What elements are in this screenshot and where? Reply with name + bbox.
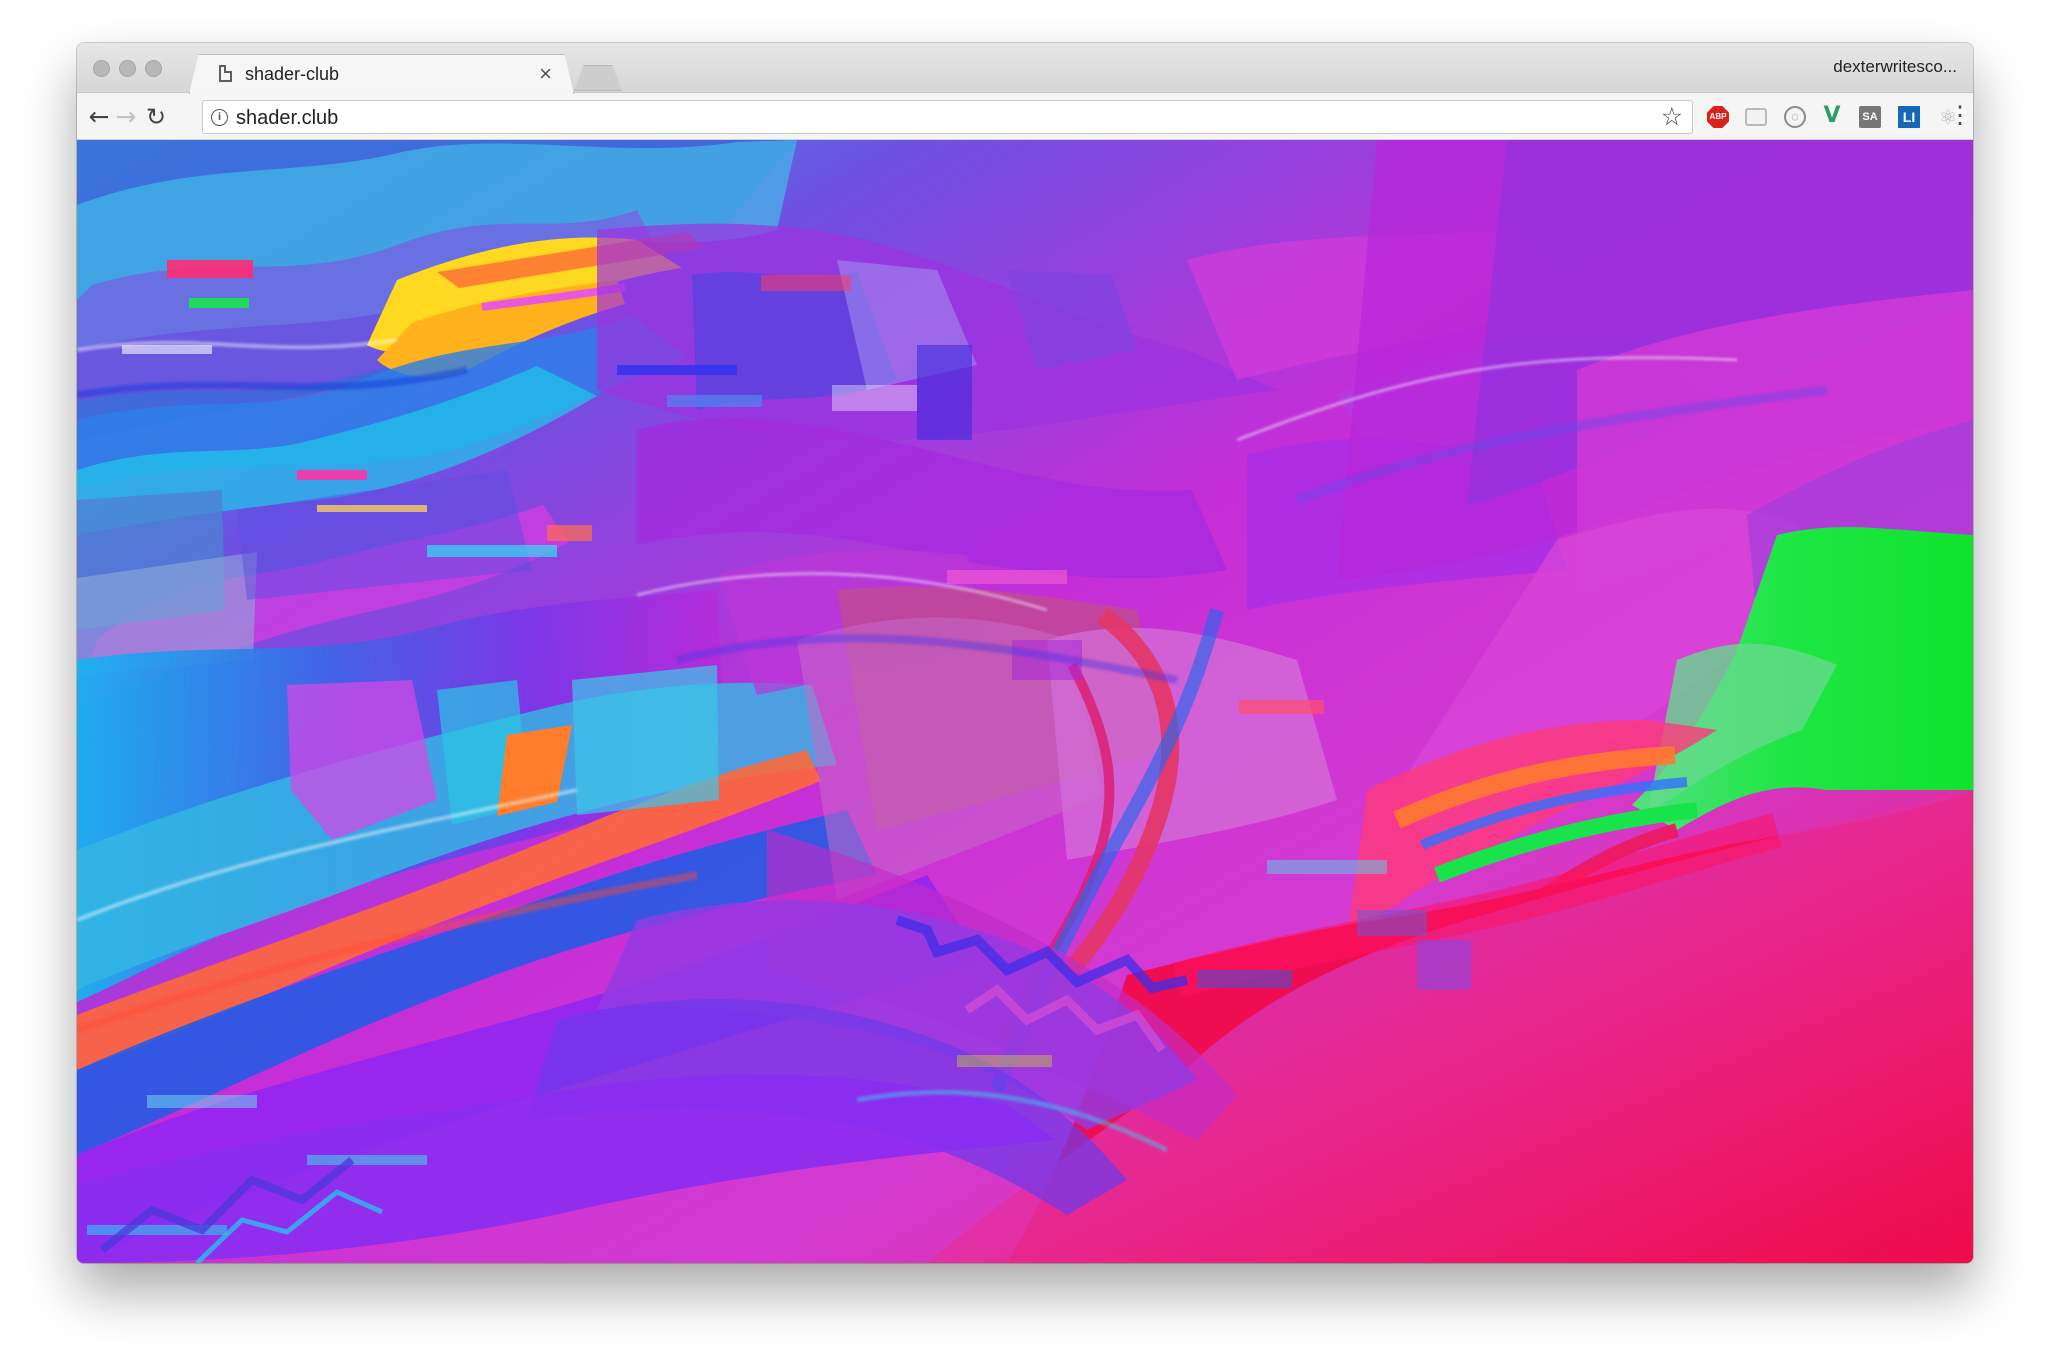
vertical-ellipsis-icon[interactable]: ⋮ [1948, 101, 1972, 131]
close-tab-icon[interactable]: × [539, 60, 552, 88]
new-tab-icon[interactable] [574, 65, 622, 91]
tab-title: shader-club [245, 64, 340, 84]
bookmark-star-icon[interactable]: ☆ [1661, 103, 1683, 131]
browser-toolbar: ← → ↻ i shader.club ☆ ABP ◌ V SA LI ⚛ ⋮ [77, 93, 1973, 140]
sa-extension-icon[interactable]: SA [1859, 106, 1881, 128]
circle-extension-icon[interactable]: ◌ [1784, 106, 1806, 128]
browser-window: shader-club × dexterwritesco... ← → ↻ i … [77, 43, 1973, 1263]
url-text[interactable]: shader.club [236, 107, 338, 130]
forward-arrow-icon[interactable]: → [109, 100, 143, 134]
reload-icon[interactable]: ↻ [139, 100, 173, 134]
shader-canvas[interactable]: glitch-shader-artwork [77, 140, 1973, 1263]
browser-titlebar: shader-club × dexterwritesco... [77, 43, 1973, 94]
vue-devtools-extension-icon[interactable]: V [1821, 105, 1843, 128]
screenshot-stage: shader-club × dexterwritesco... ← → ↻ i … [0, 0, 2048, 1371]
close-window-button[interactable] [93, 60, 110, 77]
address-bar[interactable]: i shader.club ☆ [202, 100, 1693, 134]
adblock-plus-extension-icon[interactable]: ABP [1707, 106, 1729, 128]
glitch-shader-artwork [77, 140, 1973, 1263]
active-tab[interactable]: shader-club × [189, 54, 574, 94]
document-icon [219, 65, 232, 82]
site-info-icon[interactable]: i [211, 109, 228, 126]
profile-name[interactable]: dexterwritesco... [1833, 57, 1957, 77]
minimize-window-button[interactable] [119, 60, 136, 77]
zoom-window-button[interactable] [145, 60, 162, 77]
comment-extension-icon[interactable] [1745, 108, 1767, 126]
linkedin-extension-icon[interactable]: LI [1898, 106, 1920, 128]
